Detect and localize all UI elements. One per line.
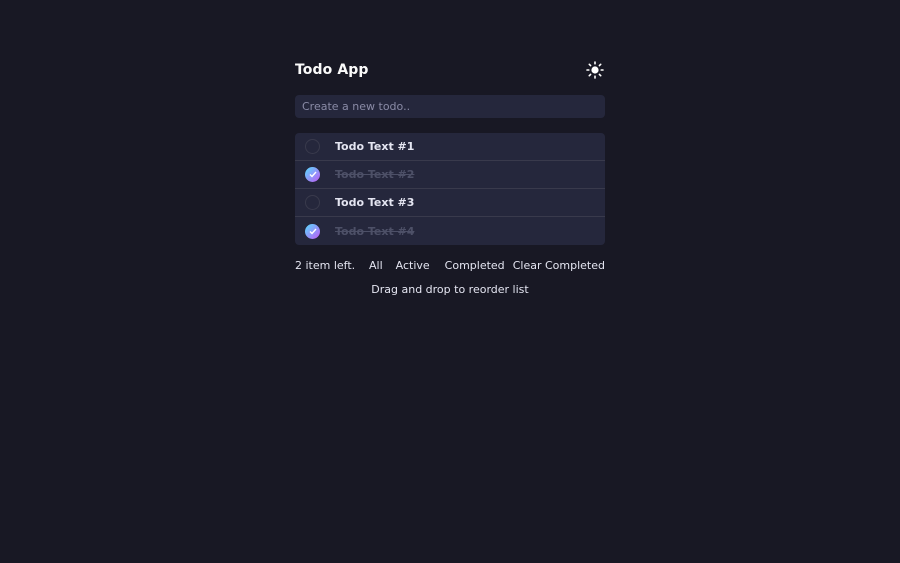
clear-completed-button[interactable]: Clear Completed (513, 259, 605, 272)
todo-item[interactable]: Todo Text #1 (295, 133, 605, 161)
filter-active-button[interactable]: Active (396, 259, 430, 272)
todo-text: Todo Text #3 (335, 196, 415, 209)
todo-checkbox[interactable] (305, 139, 320, 154)
filter-completed-button[interactable]: Completed (445, 259, 505, 272)
checkmark-icon (309, 171, 317, 178)
theme-toggle-button[interactable] (585, 60, 605, 80)
todo-item[interactable]: Todo Text #4 (295, 217, 605, 245)
page-title: Todo App (295, 62, 369, 78)
todo-item[interactable]: Todo Text #3 (295, 189, 605, 217)
todo-checkbox[interactable] (305, 195, 320, 210)
checkmark-icon (309, 228, 317, 235)
reorder-hint: Drag and drop to reorder list (371, 283, 529, 296)
todo-list: Todo Text #1 Todo Text #2 Todo Text #3 T… (295, 133, 605, 245)
header: Todo App (295, 56, 605, 84)
sun-icon (586, 61, 604, 79)
todo-footer: 2 item left. All Active Completed Clear … (295, 257, 605, 273)
todo-text: Todo Text #2 (335, 168, 415, 181)
filter-all-button[interactable]: All (369, 259, 383, 272)
items-left-count: 2 item left. (295, 258, 356, 272)
new-todo-input[interactable] (302, 100, 605, 113)
new-todo-box (295, 95, 605, 118)
todo-text: Todo Text #1 (335, 140, 415, 153)
todo-checkbox[interactable] (305, 223, 320, 239)
todo-app: Todo App Create a new todo.. Todo Text #… (295, 56, 605, 296)
todo-text: Todo Text #4 (335, 224, 415, 238)
todo-item[interactable]: Todo Text #2 (295, 161, 605, 189)
todo-checkbox[interactable] (305, 167, 320, 182)
